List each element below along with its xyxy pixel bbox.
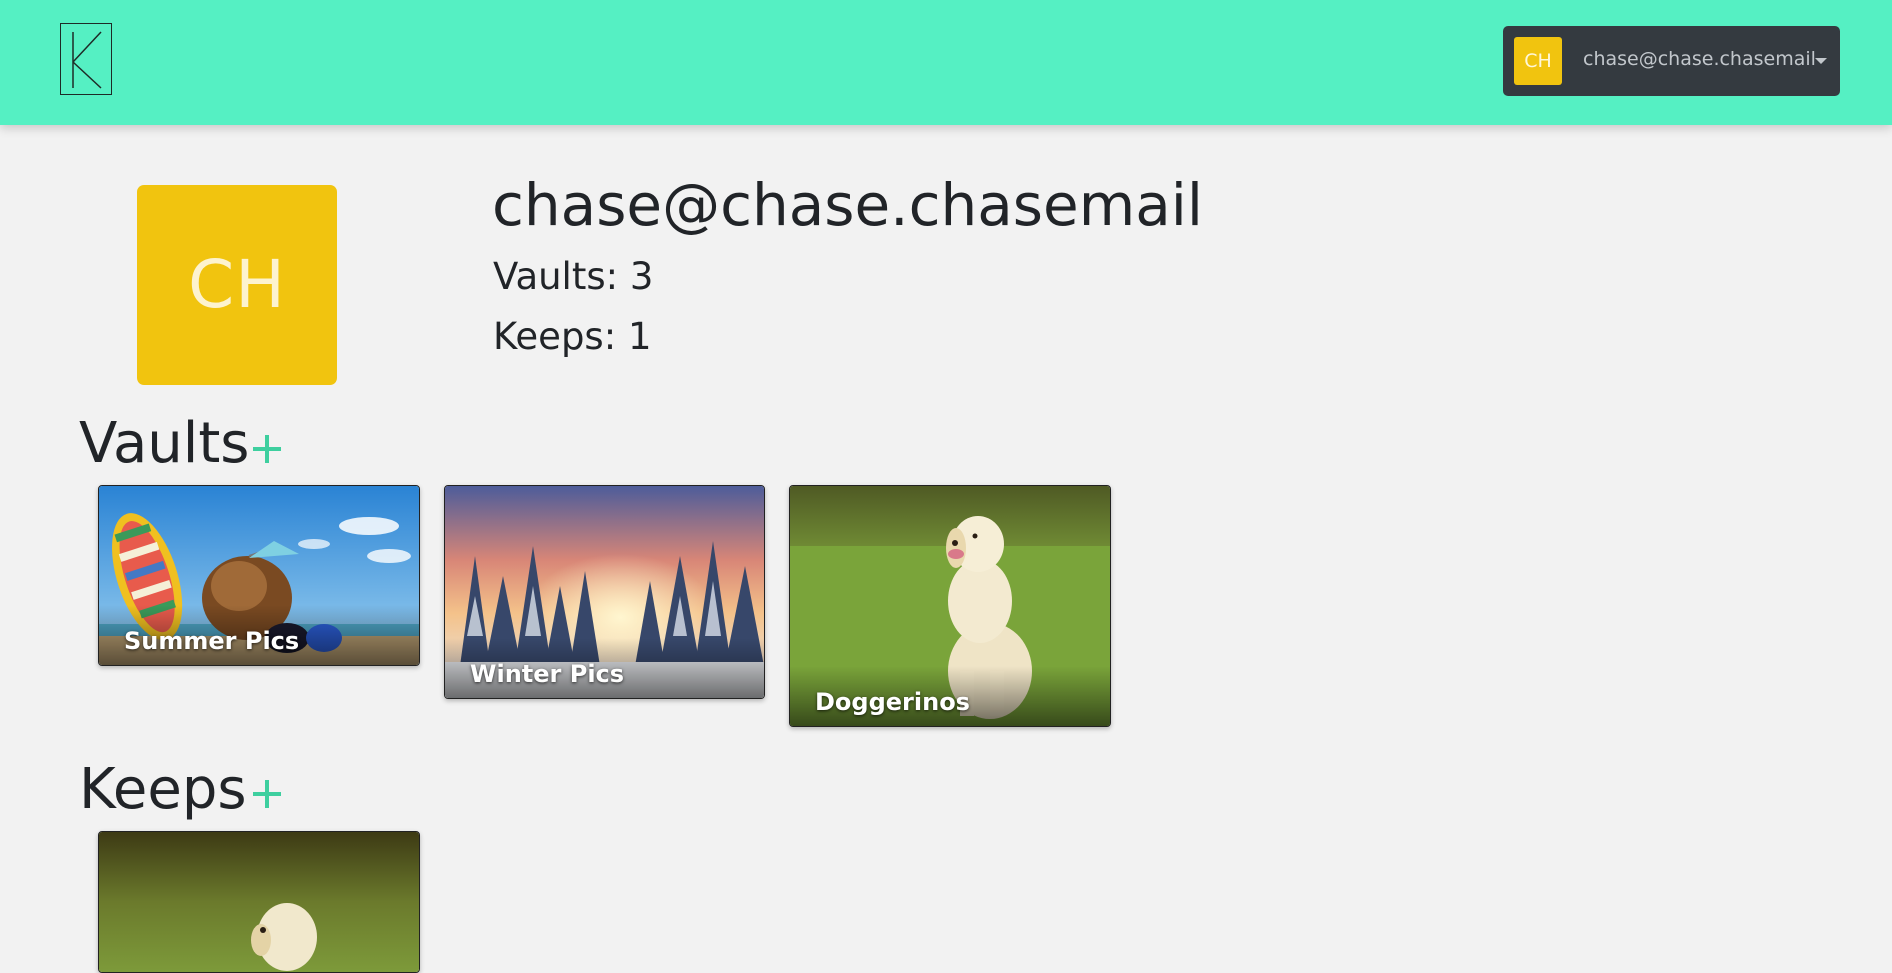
keeps-section-title: Keeps: [79, 757, 247, 822]
navbar: CH chase@chase.chasemail: [0, 0, 1892, 125]
vault-card-summer-pics[interactable]: Summer Pics: [98, 485, 420, 666]
account-dropdown-button[interactable]: CH chase@chase.chasemail: [1503, 26, 1840, 96]
caret-down-icon: [1815, 58, 1827, 64]
vault-card-doggerinos[interactable]: Doggerinos: [789, 485, 1111, 727]
vault-card-label: Winter Pics: [470, 660, 625, 688]
vault-card-label: Summer Pics: [124, 627, 300, 655]
keeps-count: Keeps: 1: [493, 315, 652, 358]
logo-icon[interactable]: [60, 23, 112, 95]
add-vault-button[interactable]: [249, 431, 285, 467]
profile-email: chase@chase.chasemail: [492, 171, 1203, 239]
vault-card-winter-pics[interactable]: Winter Pics: [444, 485, 765, 699]
account-email: chase@chase.chasemail: [1583, 48, 1816, 70]
keep-card[interactable]: [98, 831, 420, 973]
avatar: CH: [1514, 37, 1562, 85]
golden-retriever-image: [99, 832, 419, 972]
profile-avatar: CH: [137, 185, 337, 385]
vaults-section-title: Vaults: [79, 411, 250, 476]
add-keep-button[interactable]: [249, 776, 285, 812]
vault-card-label: Doggerinos: [815, 688, 970, 716]
vaults-count: Vaults: 3: [493, 255, 654, 298]
